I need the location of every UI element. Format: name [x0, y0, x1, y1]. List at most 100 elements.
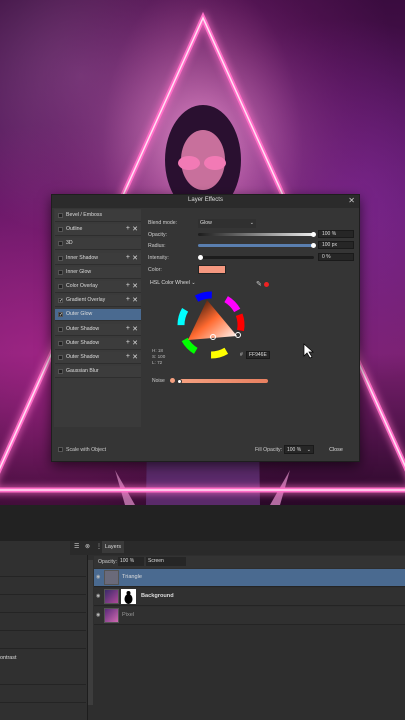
- radius-slider-thumb[interactable]: [311, 243, 316, 248]
- hue-picker[interactable]: [235, 332, 241, 338]
- effect-item[interactable]: Outer Shadow + ✕: [55, 323, 141, 336]
- effect-checkbox[interactable]: [58, 227, 63, 233]
- noise-slider[interactable]: [177, 379, 268, 384]
- effect-item[interactable]: 3D: [55, 238, 141, 251]
- hex-input[interactable]: FF946E: [246, 351, 270, 359]
- effect-label: Inner Glow: [66, 268, 92, 275]
- effect-item[interactable]: Gaussian Blur: [55, 366, 141, 379]
- add-effect-icon[interactable]: +: [126, 282, 130, 289]
- fill-opacity-value: 100 %: [287, 447, 302, 453]
- layer-thumbnail: [104, 608, 119, 623]
- left-panel-row[interactable]: [0, 559, 86, 577]
- add-effect-icon[interactable]: +: [126, 339, 130, 346]
- hsl-color-wheel[interactable]: [176, 290, 246, 360]
- menu-icon[interactable]: ☰: [74, 543, 79, 550]
- effect-checkbox[interactable]: [58, 340, 63, 346]
- layer-name: Triangle: [122, 574, 143, 580]
- scale-with-object-checkbox[interactable]: [58, 447, 63, 452]
- effect-item[interactable]: ✓ Gradient Overlay + ✕: [55, 295, 141, 308]
- close-icon[interactable]: ✕: [348, 196, 355, 205]
- layer-row-background[interactable]: ◉ Background: [94, 588, 405, 606]
- scrollbar[interactable]: [88, 560, 93, 705]
- remove-effect-icon[interactable]: ✕: [132, 339, 138, 347]
- intensity-slider-thumb[interactable]: [198, 255, 203, 260]
- effect-item[interactable]: Outer Shadow + ✕: [55, 352, 141, 364]
- effect-item[interactable]: Inner Glow: [55, 266, 141, 279]
- color-panel: HSL Color Wheel ⌄ ✎ H: 18 S: 100 L: 72 #…: [148, 278, 276, 388]
- layer-row-pixel[interactable]: ◉ Pixel: [94, 607, 405, 625]
- effect-item[interactable]: Outline + ✕: [55, 224, 141, 237]
- layer-mask-thumbnail: [121, 589, 136, 604]
- effect-checkbox[interactable]: [58, 326, 63, 332]
- visibility-icon[interactable]: ◉: [96, 574, 100, 580]
- radius-slider[interactable]: [198, 243, 316, 248]
- hex-hash: #: [240, 352, 243, 358]
- remove-effect-icon[interactable]: ✕: [132, 225, 138, 233]
- add-effect-icon[interactable]: +: [126, 353, 130, 360]
- dialog-title-bar[interactable]: Layer Effects ✕: [52, 195, 359, 208]
- left-panel-row[interactable]: [0, 577, 86, 595]
- effect-checkbox[interactable]: [58, 241, 63, 247]
- eyedropper-icon[interactable]: ✎: [256, 280, 262, 288]
- effect-label: Color Overlay: [66, 283, 98, 289]
- layers-opacity-field[interactable]: 100 %: [118, 557, 144, 566]
- opacity-slider-thumb[interactable]: [311, 232, 316, 237]
- noise-label: Noise: [152, 378, 165, 384]
- effect-checkbox[interactable]: [58, 255, 63, 261]
- add-effect-icon[interactable]: +: [126, 225, 130, 232]
- effect-item[interactable]: Inner Shadow + ✕: [55, 252, 141, 265]
- remove-effect-icon[interactable]: ✕: [132, 254, 138, 262]
- intensity-slider[interactable]: [198, 255, 314, 260]
- visibility-icon[interactable]: ◉: [96, 593, 100, 599]
- effect-item[interactable]: Bevel / Emboss: [55, 210, 141, 222]
- blend-mode-value: Glow: [200, 220, 212, 226]
- left-panel-row[interactable]: [0, 685, 86, 703]
- effect-label: Gaussian Blur: [66, 368, 99, 375]
- layer-name: Pixel: [122, 612, 135, 618]
- blend-mode-select[interactable]: Glow ⌄: [198, 219, 256, 228]
- effect-checkbox[interactable]: [58, 213, 63, 218]
- effect-item[interactable]: Outer Shadow + ✕: [55, 337, 141, 350]
- effect-item[interactable]: Color Overlay + ✕: [55, 281, 141, 293]
- opacity-slider[interactable]: [198, 232, 316, 237]
- left-panel-row[interactable]: [0, 613, 86, 631]
- left-panel-row[interactable]: [0, 667, 86, 685]
- remove-effect-icon[interactable]: ✕: [132, 325, 138, 333]
- effect-checkbox[interactable]: [58, 369, 63, 375]
- add-effect-icon[interactable]: +: [126, 254, 130, 261]
- current-color-dot: [264, 282, 269, 287]
- blend-mode-label: Blend mode:: [148, 220, 178, 226]
- effect-item[interactable]: ✓ Outer Glow: [55, 309, 141, 322]
- radius-value-field[interactable]: 100 px: [318, 241, 354, 249]
- effect-checkbox[interactable]: [58, 284, 63, 289]
- effect-label: 3D: [66, 240, 73, 247]
- remove-effect-icon[interactable]: ✕: [132, 282, 138, 290]
- fill-opacity-field[interactable]: 100 % ⌄: [284, 445, 314, 454]
- fill-opacity-label: Fill Opacity:: [255, 447, 283, 453]
- effect-label: Outer Shadow: [66, 339, 100, 346]
- remove-effect-icon[interactable]: ✕: [132, 353, 138, 361]
- effect-checkbox[interactable]: ✓: [58, 298, 63, 304]
- intensity-value-field[interactable]: 0 %: [318, 253, 354, 261]
- effect-checkbox[interactable]: ✓: [58, 312, 63, 318]
- close-button[interactable]: Close: [322, 445, 350, 455]
- left-panel-row[interactable]: [0, 595, 86, 613]
- effect-label: Bevel / Emboss: [66, 212, 103, 218]
- noise-slider-thumb[interactable]: [177, 379, 182, 384]
- left-panel-row[interactable]: [0, 631, 86, 649]
- layer-row-triangle[interactable]: ◉ Triangle: [94, 569, 405, 587]
- layers-blend-mode-select[interactable]: Screen: [146, 557, 186, 566]
- close-icon[interactable]: ⊗: [85, 543, 90, 550]
- remove-effect-icon[interactable]: ✕: [132, 296, 138, 304]
- effect-checkbox[interactable]: [58, 355, 63, 360]
- dropdown-caret-icon: ⌄: [191, 280, 196, 286]
- wheel-mode-select[interactable]: HSL Color Wheel ⌄: [150, 280, 196, 286]
- opacity-value-field[interactable]: 100 %: [318, 230, 354, 238]
- add-effect-icon[interactable]: +: [126, 325, 130, 332]
- tab-layers[interactable]: Layers: [102, 541, 124, 553]
- color-swatch[interactable]: [198, 265, 226, 274]
- visibility-icon[interactable]: ◉: [96, 612, 100, 618]
- effect-checkbox[interactable]: [58, 269, 63, 275]
- effect-label: Outer Shadow: [66, 325, 100, 332]
- add-effect-icon[interactable]: +: [126, 296, 130, 303]
